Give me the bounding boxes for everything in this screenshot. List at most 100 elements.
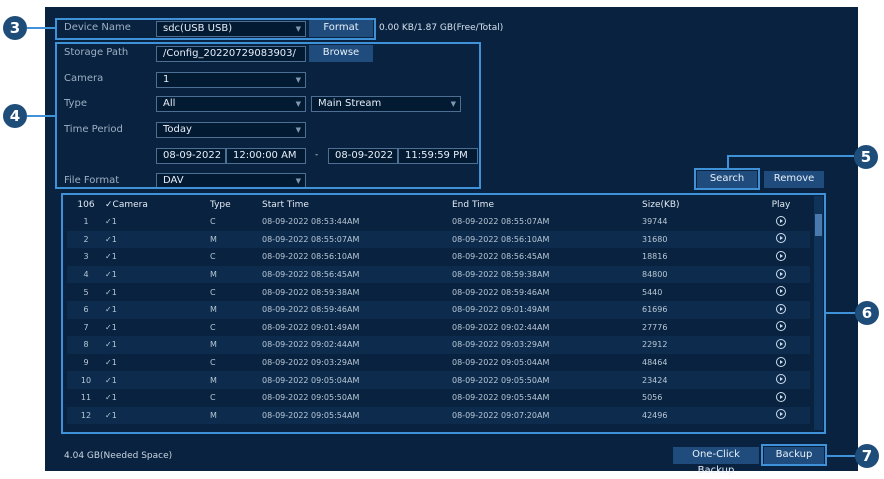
play-icon[interactable]: [776, 338, 786, 349]
callout-4-box: [55, 42, 481, 189]
play-column-header: Play: [771, 200, 791, 210]
row-number: 8: [67, 336, 105, 354]
table-row[interactable]: 12 ✓1 M 08-09-2022 09:05:54AM 08-09-2022 09:…: [67, 406, 810, 425]
check-icon[interactable]: ✓: [105, 252, 112, 261]
row-size: 48464: [642, 353, 752, 372]
row-camera: ✓1: [105, 283, 210, 301]
row-camera: ✓1: [105, 213, 210, 231]
row-camera: ✓1: [105, 353, 210, 372]
table-row[interactable]: 10 ✓1 M 08-09-2022 09:05:04AM 08-09-2022 09:…: [67, 371, 810, 389]
row-type: C: [210, 248, 262, 266]
row-number: 4: [67, 265, 105, 284]
check-icon[interactable]: ✓: [105, 217, 112, 226]
table-row[interactable]: 2 ✓1 M 08-09-2022 08:55:07AM 08-09-2022 08:5…: [67, 230, 810, 249]
row-type: M: [210, 230, 262, 249]
row-size: 18816: [642, 248, 752, 266]
row-play: [752, 283, 810, 301]
play-icon[interactable]: [776, 356, 786, 367]
remove-button[interactable]: Remove: [764, 171, 824, 188]
play-icon[interactable]: [776, 268, 786, 279]
row-start-time: 08-09-2022 09:05:54AM: [262, 406, 452, 425]
start-time-column-header: Start Time: [262, 200, 309, 210]
table-row[interactable]: 6 ✓1 M 08-09-2022 08:59:46AM 08-09-2022 09:0…: [67, 300, 810, 319]
table-row[interactable]: 8 ✓1 M 08-09-2022 09:02:44AM 08-09-2022 09:0…: [67, 336, 810, 354]
row-camera: ✓1: [105, 265, 210, 284]
row-camera-value: 1: [111, 287, 117, 297]
camera-column-header[interactable]: ✓Camera: [105, 197, 210, 213]
row-size: 23424: [642, 371, 752, 389]
check-icon[interactable]: ✓: [105, 358, 112, 367]
callout-5-line-v: [727, 155, 729, 169]
check-icon[interactable]: ✓: [105, 340, 112, 349]
play-icon[interactable]: [776, 374, 786, 385]
row-camera-value: 1: [111, 375, 117, 385]
play-icon[interactable]: [776, 303, 786, 314]
row-camera-value: 1: [111, 305, 117, 315]
check-icon[interactable]: ✓: [105, 288, 112, 297]
play-icon[interactable]: [776, 321, 786, 332]
type-column-header: Type: [210, 200, 231, 210]
table-row[interactable]: 11 ✓1 C 08-09-2022 09:05:50AM 08-09-2022 09:…: [67, 388, 810, 407]
row-start-time: 08-09-2022 08:56:10AM: [262, 248, 452, 266]
results-table: 106 ✓Camera Type Start Time End Time Siz…: [67, 197, 810, 425]
play-icon[interactable]: [776, 391, 786, 402]
row-number: 11: [67, 388, 105, 407]
row-start-time: 08-09-2022 08:59:38AM: [262, 283, 452, 301]
row-play: [752, 300, 810, 319]
row-start-time: 08-09-2022 08:56:45AM: [262, 265, 452, 284]
row-type: M: [210, 371, 262, 389]
row-play: [752, 406, 810, 425]
row-start-time: 08-09-2022 08:53:44AM: [262, 213, 452, 231]
callout-5-line-h: [727, 155, 854, 157]
row-camera-value: 1: [111, 234, 117, 244]
row-start-time: 08-09-2022 09:02:44AM: [262, 336, 452, 354]
row-type: M: [210, 406, 262, 425]
check-icon[interactable]: ✓: [105, 393, 112, 402]
callout-3-box: [55, 18, 376, 40]
one-click-backup-button[interactable]: One-Click Backup: [673, 447, 759, 476]
check-icon[interactable]: ✓: [105, 270, 112, 279]
table-header-row: 106 ✓Camera Type Start Time End Time Siz…: [67, 197, 810, 213]
play-icon[interactable]: [776, 215, 786, 226]
table-row[interactable]: 9 ✓1 C 08-09-2022 09:03:29AM 08-09-2022 09:0…: [67, 353, 810, 372]
row-type: C: [210, 388, 262, 407]
row-number: 7: [67, 318, 105, 337]
callout-7-line: [827, 455, 855, 457]
row-end-time: 08-09-2022 09:03:29AM: [452, 336, 642, 354]
check-icon[interactable]: ✓: [105, 305, 112, 314]
row-number: 2: [67, 230, 105, 249]
check-icon[interactable]: ✓: [105, 235, 112, 244]
row-play: [752, 388, 810, 407]
table-row[interactable]: 7 ✓1 C 08-09-2022 09:01:49AM 08-09-2022 09:0…: [67, 318, 810, 337]
capacity-text: 0.00 KB/1.87 GB(Free/Total): [379, 23, 504, 33]
row-number: 12: [67, 406, 105, 425]
check-icon[interactable]: ✓: [105, 376, 112, 385]
row-start-time: 08-09-2022 09:05:50AM: [262, 388, 452, 407]
scrollbar-thumb[interactable]: [815, 214, 822, 236]
row-start-time: 08-09-2022 08:55:07AM: [262, 230, 452, 249]
row-end-time: 08-09-2022 09:01:49AM: [452, 300, 642, 319]
row-size: 84800: [642, 265, 752, 284]
play-icon[interactable]: [776, 286, 786, 297]
play-icon[interactable]: [776, 250, 786, 261]
row-camera-value: 1: [111, 252, 117, 262]
row-number: 10: [67, 371, 105, 389]
row-play: [752, 353, 810, 372]
row-type: C: [210, 318, 262, 337]
play-icon[interactable]: [776, 233, 786, 244]
row-size: 31680: [642, 230, 752, 249]
table-row[interactable]: 5 ✓1 C 08-09-2022 08:59:38AM 08-09-2022 08:5…: [67, 283, 810, 301]
table-row[interactable]: 1 ✓1 C 08-09-2022 08:53:44AM 08-09-2022 08:5…: [67, 213, 810, 231]
row-play: [752, 265, 810, 284]
table-row[interactable]: 4 ✓1 M 08-09-2022 08:56:45AM 08-09-2022 08:5…: [67, 265, 810, 284]
callout-3: 3: [3, 16, 27, 40]
check-icon[interactable]: ✓: [105, 411, 112, 420]
table-row[interactable]: 3 ✓1 C 08-09-2022 08:56:10AM 08-09-2022 08:5…: [67, 248, 810, 266]
row-end-time: 08-09-2022 08:55:07AM: [452, 213, 642, 231]
callout-5-box: [694, 168, 760, 190]
row-end-time: 08-09-2022 08:56:45AM: [452, 248, 642, 266]
play-icon[interactable]: [776, 409, 786, 420]
row-play: [752, 230, 810, 249]
needed-space-text: 4.04 GB(Needed Space): [64, 451, 173, 461]
check-icon[interactable]: ✓: [105, 323, 112, 332]
